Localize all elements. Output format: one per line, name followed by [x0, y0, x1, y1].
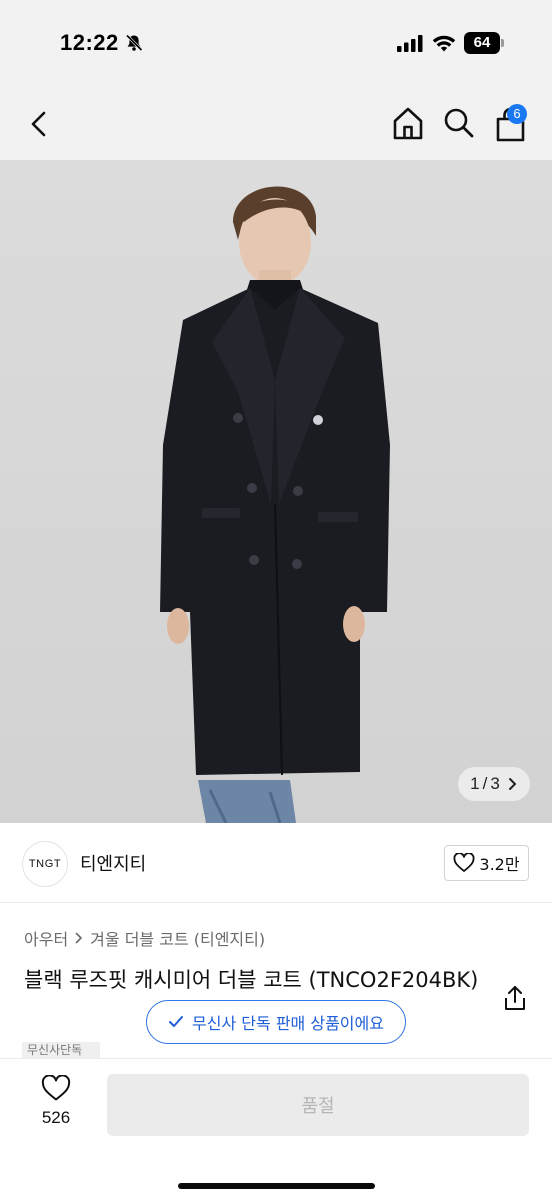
- battery-level: 64: [464, 32, 500, 54]
- breadcrumb-subcategory[interactable]: 겨울 더블 코트 (티엔지티): [90, 926, 265, 950]
- wishlist-button[interactable]: 526: [26, 1075, 86, 1135]
- chevron-right-icon: [508, 778, 517, 790]
- brand-name[interactable]: 티엔지티: [80, 850, 146, 876]
- exclusive-label: 무신사 단독 판매 상품이에요: [192, 1014, 384, 1033]
- battery-tip: [501, 39, 504, 47]
- nav-bar: 6: [0, 90, 552, 160]
- search-icon[interactable]: [442, 105, 476, 141]
- home-icon[interactable]: [390, 104, 426, 144]
- bell-off-icon: [125, 34, 143, 52]
- battery-indicator: 64: [464, 32, 504, 54]
- image-counter-total: 3: [490, 774, 500, 793]
- chevron-right-icon: [75, 932, 83, 944]
- brand-logo[interactable]: TNGT: [22, 841, 68, 887]
- product-photo: [160, 186, 390, 823]
- wifi-icon: [432, 35, 456, 52]
- cellular-signal-icon: [397, 35, 423, 52]
- heart-icon: [41, 1075, 71, 1101]
- brand-row[interactable]: TNGT 티엔지티 3.2만: [0, 823, 552, 903]
- status-time: 12:22: [60, 30, 119, 55]
- home-indicator: [178, 1183, 375, 1189]
- image-counter[interactable]: 1 / 3: [458, 767, 530, 801]
- heart-icon: [453, 853, 475, 872]
- sold-out-button[interactable]: 품절: [107, 1074, 529, 1136]
- cart-button[interactable]: 6: [492, 102, 532, 142]
- brand-like-count: 3.2만: [479, 855, 520, 874]
- breadcrumb: 아우터 겨울 더블 코트 (티엔지티): [24, 926, 265, 950]
- bottom-action-bar: 526 품절: [0, 1058, 552, 1200]
- status-bar: 12:22 64: [0, 0, 552, 90]
- image-counter-separator: /: [482, 774, 488, 793]
- brand-like-button[interactable]: 3.2만: [444, 845, 529, 881]
- check-icon: [169, 1016, 184, 1027]
- share-icon[interactable]: [502, 984, 528, 1012]
- chevron-left-icon[interactable]: [24, 106, 56, 142]
- exclusive-badge: 무신사 단독 판매 상품이에요: [146, 1000, 406, 1044]
- exclusive-tag: 무신사단독: [22, 1042, 100, 1058]
- wishlist-count: 526: [41, 1108, 71, 1127]
- product-image-carousel[interactable]: 1 / 3: [0, 160, 552, 823]
- cart-badge: 6: [507, 104, 527, 124]
- image-counter-current: 1: [470, 774, 480, 793]
- breadcrumb-category[interactable]: 아우터: [24, 926, 68, 950]
- product-title: 블랙 루즈핏 캐시미어 더블 코트 (TNCO2F204BK): [24, 968, 479, 992]
